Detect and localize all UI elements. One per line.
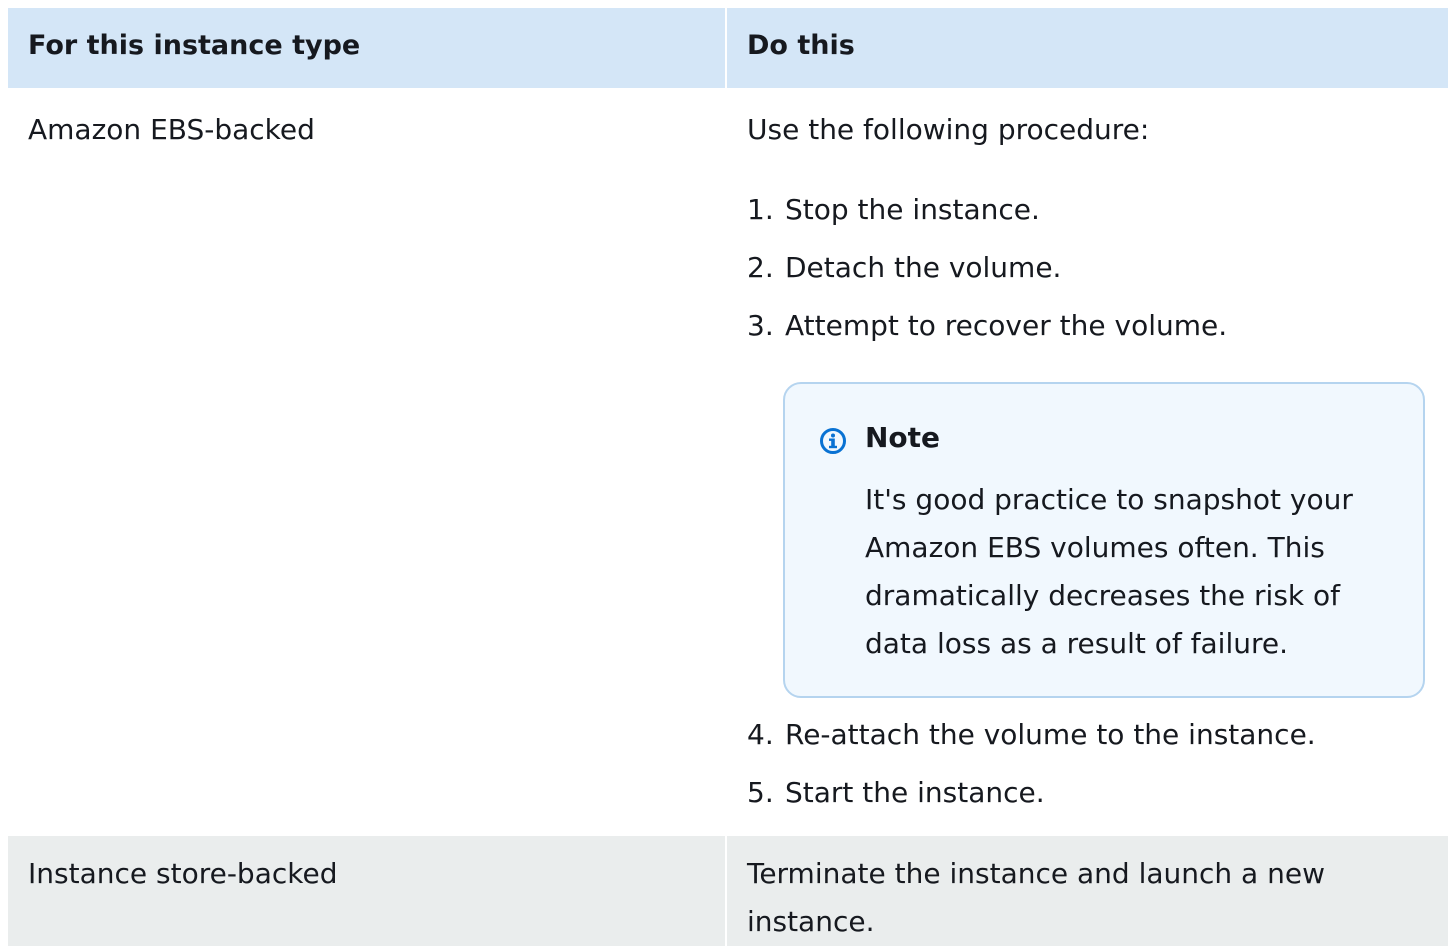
step-number: 4.	[747, 718, 774, 751]
table-row: Instance store-backed Terminate the inst…	[8, 836, 1448, 946]
header-instance-type: For this instance type	[8, 8, 725, 88]
step-number: 5.	[747, 776, 774, 809]
action-cell: Terminate the instance and launch a new …	[726, 836, 1448, 946]
note-callout: Note It's good practice to snapshot your…	[783, 382, 1425, 698]
step-text: Detach the volume.	[785, 251, 1062, 284]
step-number: 3.	[747, 309, 774, 342]
step-number: 1.	[747, 193, 774, 226]
step-text: Attempt to recover the volume.	[785, 309, 1228, 342]
procedure-intro: Use the following procedure:	[747, 113, 1150, 146]
step-item: 1. Stop the instance.	[747, 190, 1040, 230]
header-do-this: Do this	[727, 8, 1448, 88]
step-text: Start the instance.	[785, 776, 1045, 809]
table-row: Amazon EBS-backed Use the following proc…	[8, 92, 1448, 836]
note-title: Note	[865, 421, 941, 454]
action-cell: Use the following procedure: 1. Stop the …	[727, 92, 1448, 836]
step-item: 5. Start the instance.	[747, 773, 1045, 813]
table-header-row: For this instance type Do this	[8, 8, 1448, 88]
step-item: 2. Detach the volume.	[747, 248, 1061, 288]
instance-type-cell: Instance store-backed	[8, 836, 725, 946]
info-icon	[819, 426, 847, 454]
instance-type-table: For this instance type Do this Amazon EB…	[8, 8, 1448, 946]
step-item: 3. Attempt to recover the volume.	[747, 306, 1227, 346]
step-number: 2.	[747, 251, 774, 284]
note-text: It's good practice to snapshot your Amaz…	[865, 483, 1353, 660]
instance-type-cell: Amazon EBS-backed	[8, 92, 725, 836]
step-text: Re-attach the volume to the instance.	[785, 718, 1316, 751]
step-text: Stop the instance.	[785, 193, 1040, 226]
step-item: 4. Re-attach the volume to the instance.	[747, 715, 1316, 755]
